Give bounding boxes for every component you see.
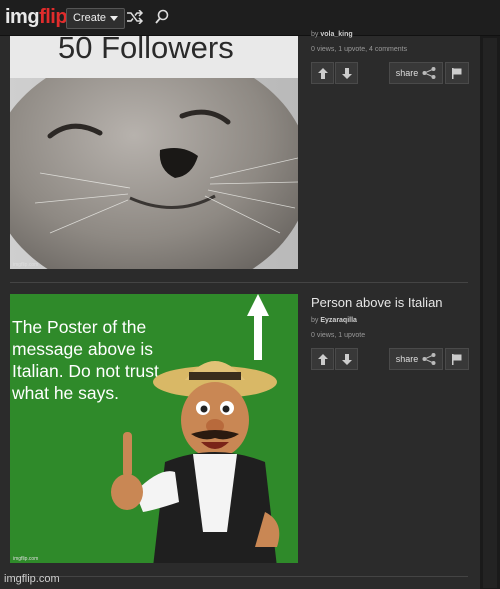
meme-image-satisfied-seal[interactable]: 50 Followers imgflip.com	[10, 36, 298, 269]
logo-part-img: img	[5, 6, 40, 28]
scrollbar[interactable]	[480, 36, 500, 589]
image-watermark: imgflip.com	[13, 262, 39, 268]
arrow-down-icon	[341, 67, 352, 79]
arrow-up-icon	[317, 353, 328, 365]
share-icon	[422, 67, 436, 79]
post-divider	[10, 576, 468, 577]
upvote-button[interactable]	[311, 348, 334, 370]
footer-watermark: imgflip.com	[4, 573, 60, 585]
author-link[interactable]: Eyzaraqilla	[320, 317, 357, 324]
chevron-down-icon	[110, 16, 119, 21]
create-button[interactable]: Create	[66, 8, 126, 29]
image-watermark: imgflip.com	[13, 556, 39, 562]
share-button[interactable]: share	[389, 348, 443, 370]
imgflip-logo[interactable]: imgflip	[5, 6, 68, 29]
share-button[interactable]: share	[389, 62, 443, 84]
author-link[interactable]: vola_king	[320, 31, 352, 38]
flag-icon	[452, 353, 462, 365]
byline-prefix: by	[311, 31, 319, 38]
post-title[interactable]: Person above is Italian	[311, 295, 443, 310]
post-stats: 0 views, 1 upvote, 4 comments	[311, 46, 408, 53]
meme-caption: 50 Followers	[58, 36, 234, 65]
share-label: share	[395, 354, 419, 364]
shuffle-icon[interactable]	[126, 10, 144, 24]
top-nav-bar: imgflip Create	[0, 0, 500, 36]
share-icon	[422, 353, 436, 365]
post-byline: by vola_king	[311, 31, 353, 38]
post-byline: by Eyzaraqilla	[311, 317, 357, 324]
search-icon[interactable]	[155, 9, 169, 25]
logo-part-flip: flip	[39, 6, 68, 28]
upvote-button[interactable]	[311, 62, 334, 84]
flag-button[interactable]	[445, 348, 469, 370]
post-divider	[10, 282, 468, 283]
create-button-label: Create	[73, 12, 107, 24]
share-label: share	[395, 68, 419, 78]
flag-button[interactable]	[445, 62, 469, 84]
downvote-button[interactable]	[335, 348, 358, 370]
arrow-up-icon	[317, 67, 328, 79]
vote-buttons	[311, 62, 359, 84]
meme-feed: 50 Followers imgflip.com by vola_king 0 …	[0, 31, 480, 589]
post-stats: 0 views, 1 upvote	[311, 332, 366, 339]
meme-image-italian[interactable]: The Poster of the message above is Itali…	[10, 294, 298, 563]
flag-icon	[452, 67, 462, 79]
byline-prefix: by	[311, 317, 319, 324]
arrow-down-icon	[341, 353, 352, 365]
italian-chef-illustration	[111, 361, 280, 563]
seal-illustration	[10, 78, 298, 269]
downvote-button[interactable]	[335, 62, 358, 84]
vote-buttons	[311, 348, 359, 370]
scrollbar-thumb[interactable]	[483, 38, 497, 588]
